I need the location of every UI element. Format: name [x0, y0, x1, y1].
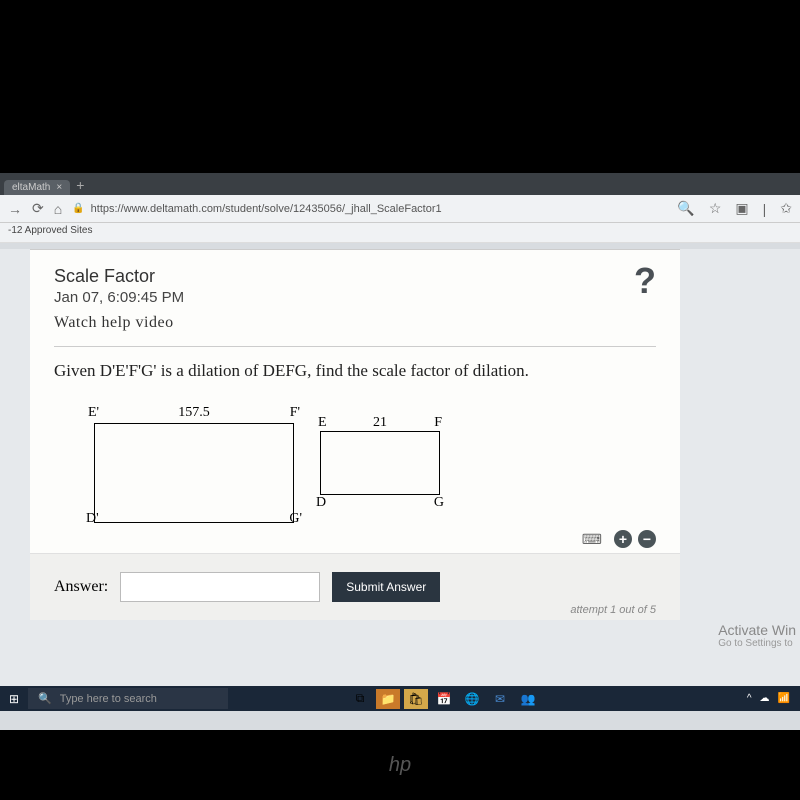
keyboard-icon[interactable]: ⌨ — [582, 531, 602, 548]
taskbar: ⊞ 🔍 Type here to search ⧉ 📁 🛍 📅 🌐 ✉ 👥 ^ … — [0, 686, 800, 711]
home-icon[interactable]: ⌂ — [54, 201, 62, 217]
activate-subtitle: Go to Settings to — [718, 638, 796, 649]
plus-button[interactable]: + — [614, 530, 632, 548]
large-rectangle: E' 157.5 F' D' G' — [94, 405, 294, 523]
hp-logo: hp — [389, 754, 411, 777]
page-content: ? Scale Factor Jan 07, 6:09:45 PM Watch … — [0, 249, 800, 711]
system-tray[interactable]: ^ ☁ 📶 — [747, 693, 800, 704]
answer-area: ⌨ + − Answer: Submit Answer attempt 1 ou… — [30, 553, 680, 620]
separator: | — [763, 201, 767, 217]
problem-timestamp: Jan 07, 6:09:45 PM — [54, 289, 656, 306]
address-bar: → ⟳ ⌂ 🔒 https://www.deltamath.com/studen… — [0, 195, 800, 223]
close-icon[interactable]: × — [56, 182, 62, 193]
reader-icon[interactable]: ▣ — [735, 200, 748, 217]
minus-button[interactable]: − — [638, 530, 656, 548]
vertex-label: G — [434, 495, 444, 511]
browser-tabs: eltaMath × + — [0, 173, 800, 195]
url-text: https://www.deltamath.com/student/solve/… — [91, 203, 442, 215]
vertex-label: F' — [290, 405, 300, 421]
submit-button[interactable]: Submit Answer — [332, 572, 440, 602]
bookmark-link[interactable]: -12 Approved Sites — [8, 225, 93, 236]
teams-icon[interactable]: 👥 — [516, 689, 540, 709]
tab-title: eltaMath — [12, 182, 50, 193]
problem-card: ? Scale Factor Jan 07, 6:09:45 PM Watch … — [30, 249, 680, 620]
answer-label: Answer: — [54, 578, 108, 596]
start-button[interactable]: ⊞ — [0, 686, 28, 711]
forward-icon[interactable]: → — [8, 201, 22, 217]
mail-icon[interactable]: ✉ — [488, 689, 512, 709]
explorer-icon[interactable]: 📁 — [376, 689, 400, 709]
refresh-icon[interactable]: ⟳ — [32, 200, 44, 217]
answer-input[interactable] — [120, 572, 320, 602]
question-text: Given D'E'F'G' is a dilation of DEFG, fi… — [54, 361, 656, 381]
favorite-icon[interactable]: ✩ — [780, 200, 792, 217]
diagram-area: E' 157.5 F' D' G' E 21 F D G — [94, 405, 656, 523]
cloud-icon[interactable]: ☁ — [760, 693, 770, 704]
new-tab-button[interactable]: + — [76, 177, 84, 195]
attempt-counter: attempt 1 out of 5 — [570, 604, 656, 616]
divider — [54, 346, 656, 347]
star-icon[interactable]: ☆ — [709, 200, 722, 217]
store-icon[interactable]: 🛍 — [404, 689, 428, 709]
search-icon[interactable]: 🔍 — [677, 200, 694, 217]
lock-icon: 🔒 — [72, 203, 84, 214]
bookmark-bar: -12 Approved Sites — [0, 223, 800, 243]
search-icon: 🔍 — [38, 692, 52, 705]
small-rectangle: E 21 F D G — [320, 405, 440, 523]
wifi-icon[interactable]: 📶 — [778, 693, 790, 704]
problem-title: Scale Factor — [54, 266, 656, 287]
vertex-label: E' — [88, 405, 99, 421]
side-length: 157.5 — [178, 405, 210, 421]
activate-title: Activate Win — [718, 622, 796, 638]
vertex-label: D — [316, 495, 326, 511]
taskbar-search[interactable]: 🔍 Type here to search — [28, 688, 228, 709]
calendar-icon[interactable]: 📅 — [432, 689, 456, 709]
task-view-icon[interactable]: ⧉ — [348, 689, 372, 709]
vertex-label: F — [434, 415, 442, 431]
help-icon[interactable]: ? — [634, 260, 656, 302]
vertex-label: G' — [289, 511, 302, 527]
watch-video-link[interactable]: Watch help video — [54, 314, 656, 332]
side-length: 21 — [373, 415, 387, 431]
vertex-label: E — [318, 415, 327, 431]
url-field[interactable]: 🔒 https://www.deltamath.com/student/solv… — [72, 203, 667, 215]
tray-chevron-icon[interactable]: ^ — [747, 693, 752, 704]
search-placeholder: Type here to search — [60, 693, 157, 705]
vertex-label: D' — [86, 511, 99, 527]
edge-icon[interactable]: 🌐 — [460, 689, 484, 709]
windows-activation: Activate Win Go to Settings to — [718, 622, 796, 649]
active-tab[interactable]: eltaMath × — [4, 180, 70, 195]
